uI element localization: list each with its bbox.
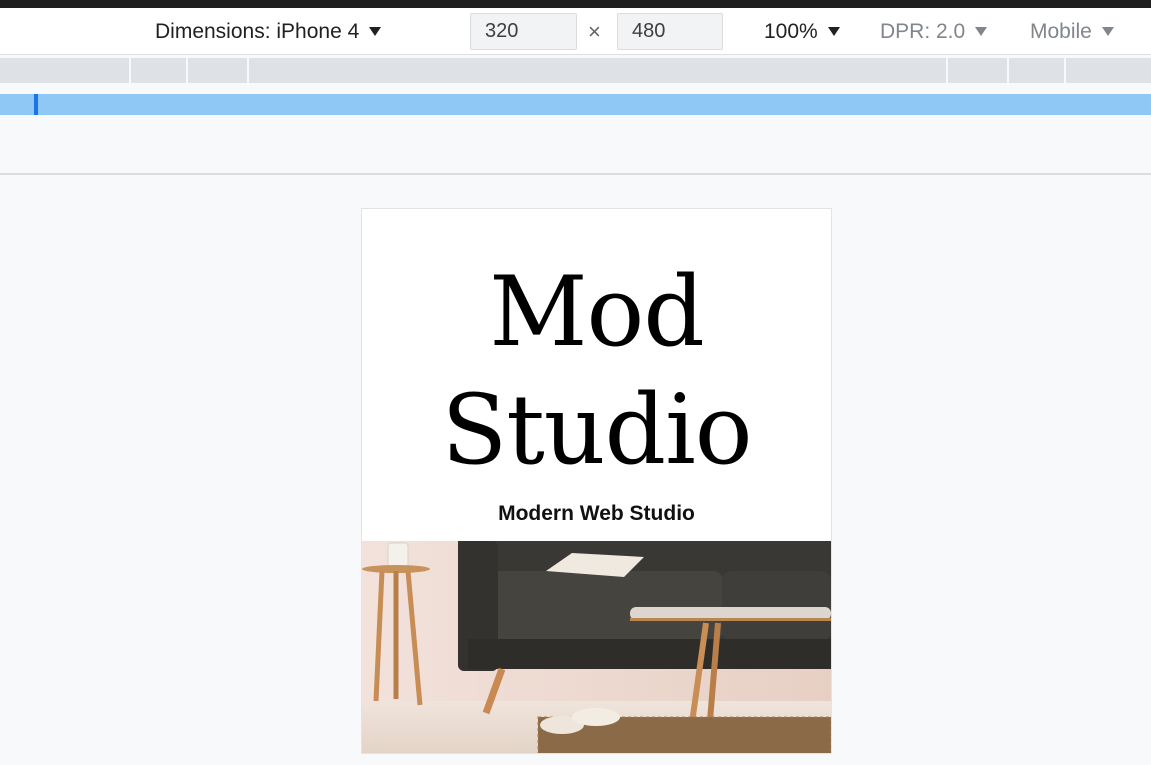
height-input[interactable]: 480 <box>617 13 723 50</box>
device-screen: Mod Studio Modern Web Studio <box>361 208 832 754</box>
dimensions-label: Dimensions: iPhone 4 <box>155 19 360 43</box>
device-mode-dropdown[interactable]: Mobile <box>1030 8 1114 55</box>
chevron-down-icon <box>369 27 382 36</box>
dpr-label: DPR: 2.0 <box>880 19 966 43</box>
media-query-bar <box>0 58 1151 83</box>
chevron-down-icon <box>975 27 988 36</box>
breakpoint-marker[interactable] <box>34 94 38 115</box>
device-mode-label: Mobile <box>1030 19 1092 43</box>
media-query-segment[interactable] <box>946 58 1006 83</box>
brand-line-1: Mod <box>489 256 705 368</box>
devtools-viewport: Dimensions: iPhone 4 320 × 480 100% DPR:… <box>0 8 1151 765</box>
chevron-down-icon <box>1101 27 1114 36</box>
width-input[interactable]: 320 <box>470 13 577 50</box>
site-subtitle: Modern Web Studio <box>498 502 695 525</box>
media-query-segment[interactable] <box>1064 58 1151 83</box>
media-query-segment[interactable] <box>247 58 945 83</box>
media-query-segment[interactable] <box>1007 58 1063 83</box>
zoom-dropdown[interactable]: 100% <box>764 8 840 55</box>
media-query-segment[interactable] <box>129 58 185 83</box>
brand-title: Mod Studio <box>362 253 831 489</box>
breakpoint-bar[interactable] <box>0 94 1151 115</box>
chevron-down-icon <box>827 27 840 36</box>
brand-line-2: Studio <box>441 374 752 486</box>
zoom-label: 100% <box>764 19 818 43</box>
device-toolbar: Dimensions: iPhone 4 320 × 480 100% DPR:… <box>0 8 1151 55</box>
living-room-illustration <box>362 541 831 753</box>
media-query-segment[interactable] <box>186 58 246 83</box>
dimensions-dropdown[interactable]: Dimensions: iPhone 4 <box>155 8 382 55</box>
ruler-divider <box>0 173 1151 175</box>
dpr-dropdown[interactable]: DPR: 2.0 <box>880 8 988 55</box>
hero-image <box>362 541 831 753</box>
times-symbol: × <box>588 19 601 44</box>
